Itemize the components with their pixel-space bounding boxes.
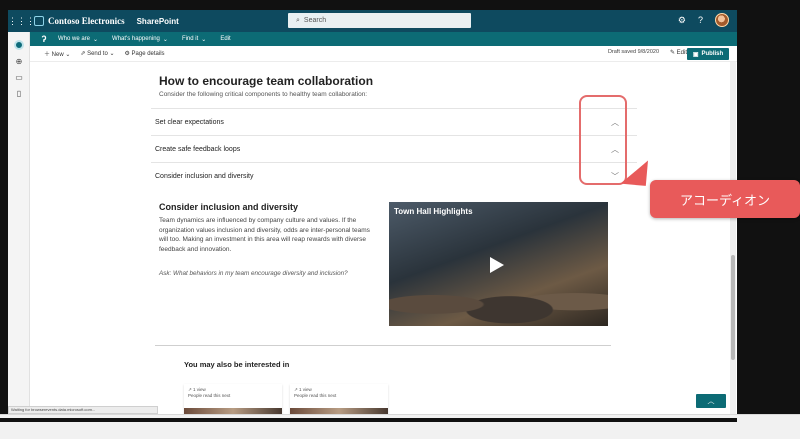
accordion-item-feedback[interactable]: Create safe feedback loops ︿ bbox=[151, 135, 637, 162]
edit-button[interactable]: ✎ Edit bbox=[670, 49, 687, 56]
chevron-down-icon: ⌄ bbox=[93, 36, 99, 43]
frame-left bbox=[0, 0, 8, 418]
brand-name: Contoso Electronics bbox=[48, 16, 125, 26]
brand-logo-icon bbox=[34, 16, 44, 26]
chevron-down-icon: ⌄ bbox=[162, 36, 168, 43]
card-thumbnail bbox=[290, 408, 388, 414]
globe-icon[interactable]: ⊕ bbox=[14, 56, 24, 66]
help-icon[interactable]: ? bbox=[698, 15, 703, 25]
page-subtitle: Consider the following critical componen… bbox=[159, 91, 368, 98]
home-icon[interactable] bbox=[14, 40, 24, 50]
page-details-button[interactable]: ⚙ Page details bbox=[124, 50, 164, 57]
gear-icon[interactable]: ⚙ bbox=[678, 15, 686, 26]
nav-item-who-we-are[interactable]: Who we are ⌄ bbox=[58, 36, 98, 43]
site-nav: ʔ Who we are ⌄ What's happening ⌄ Find it ⌄… bbox=[30, 32, 737, 46]
browser-status: Waiting for browserevents.data.microsoft… bbox=[8, 406, 158, 414]
nav-item-find-it[interactable]: Find it ⌄ bbox=[182, 36, 206, 43]
play-icon[interactable] bbox=[490, 257, 504, 273]
chevron-up-icon: ︿ bbox=[707, 398, 715, 405]
video-title: Town Hall Highlights bbox=[394, 207, 473, 216]
nav-item-whats-happening[interactable]: What's happening ⌄ bbox=[112, 36, 168, 43]
card-thumbnail bbox=[184, 408, 282, 414]
publish-button[interactable]: ▣ Publish bbox=[687, 48, 729, 60]
avatar[interactable] bbox=[715, 13, 729, 27]
page-title: How to encourage team collaboration bbox=[159, 74, 374, 88]
scrollbar-thumb[interactable] bbox=[731, 255, 735, 360]
suite-actions: ⚙ ? bbox=[678, 13, 729, 27]
app-name[interactable]: SharePoint bbox=[137, 17, 179, 26]
search-placeholder: Search bbox=[303, 17, 327, 24]
page-content: How to encourage team collaboration Cons… bbox=[30, 62, 731, 414]
related-card[interactable]: ↗ 1 view People read this next bbox=[184, 384, 282, 414]
accordion-item-inclusion[interactable]: Consider inclusion and diversity ﹀ bbox=[151, 162, 637, 189]
frame-top bbox=[0, 0, 800, 10]
video-player[interactable]: Town Hall Highlights bbox=[389, 202, 608, 326]
nav-item-edit[interactable]: Edit bbox=[220, 36, 230, 42]
command-bar: ＋ New ⌄ ⇗ Send to ⌄ ⚙ Page details Draft… bbox=[30, 46, 737, 62]
section-body: Team dynamics are influenced by company … bbox=[159, 217, 370, 253]
news-icon[interactable]: ▭ bbox=[14, 72, 24, 82]
section-ask: Ask: What behaviors in my team encourage… bbox=[159, 270, 348, 277]
send-to-button[interactable]: ⇗ Send to ⌄ bbox=[80, 50, 114, 57]
video-thumbnail bbox=[389, 272, 608, 326]
left-rail: ⊕ ▭ ▯ bbox=[8, 32, 30, 414]
publish-icon: ▣ bbox=[692, 51, 699, 58]
related-title: You may also be interested in bbox=[184, 360, 290, 369]
accordion-item-expectations[interactable]: Set clear expectations ︿ bbox=[151, 108, 637, 135]
brand[interactable]: Contoso Electronics bbox=[34, 16, 125, 26]
related-card[interactable]: ↗ 1 view People read this next bbox=[290, 384, 388, 414]
chevron-down-icon: ⌄ bbox=[201, 36, 207, 43]
new-button[interactable]: ＋ New ⌄ bbox=[44, 49, 70, 58]
page-icon[interactable]: ▯ bbox=[14, 88, 24, 98]
screen: ⋮⋮⋮ Contoso Electronics SharePoint ⌕ Sea… bbox=[0, 0, 800, 439]
annotation-highlight-box bbox=[579, 95, 627, 185]
search-icon: ⌕ bbox=[296, 16, 300, 24]
frame-bottom-bar bbox=[0, 418, 737, 422]
search-input[interactable]: ⌕ Search bbox=[288, 13, 471, 28]
annotation-label: アコーディオン bbox=[650, 180, 800, 218]
section-title: Consider inclusion and diversity bbox=[159, 202, 299, 212]
back-to-top-button[interactable]: ︿ bbox=[696, 394, 726, 408]
scrollbar-track[interactable] bbox=[730, 62, 736, 414]
app-launcher-icon[interactable]: ⋮⋮⋮ bbox=[8, 16, 35, 27]
suite-bar: ⋮⋮⋮ Contoso Electronics SharePoint ⌕ Sea… bbox=[8, 10, 737, 32]
divider bbox=[155, 345, 611, 346]
draft-status: Draft saved 9/8/2020 bbox=[607, 49, 659, 55]
site-logo-icon[interactable]: ʔ bbox=[30, 34, 58, 44]
